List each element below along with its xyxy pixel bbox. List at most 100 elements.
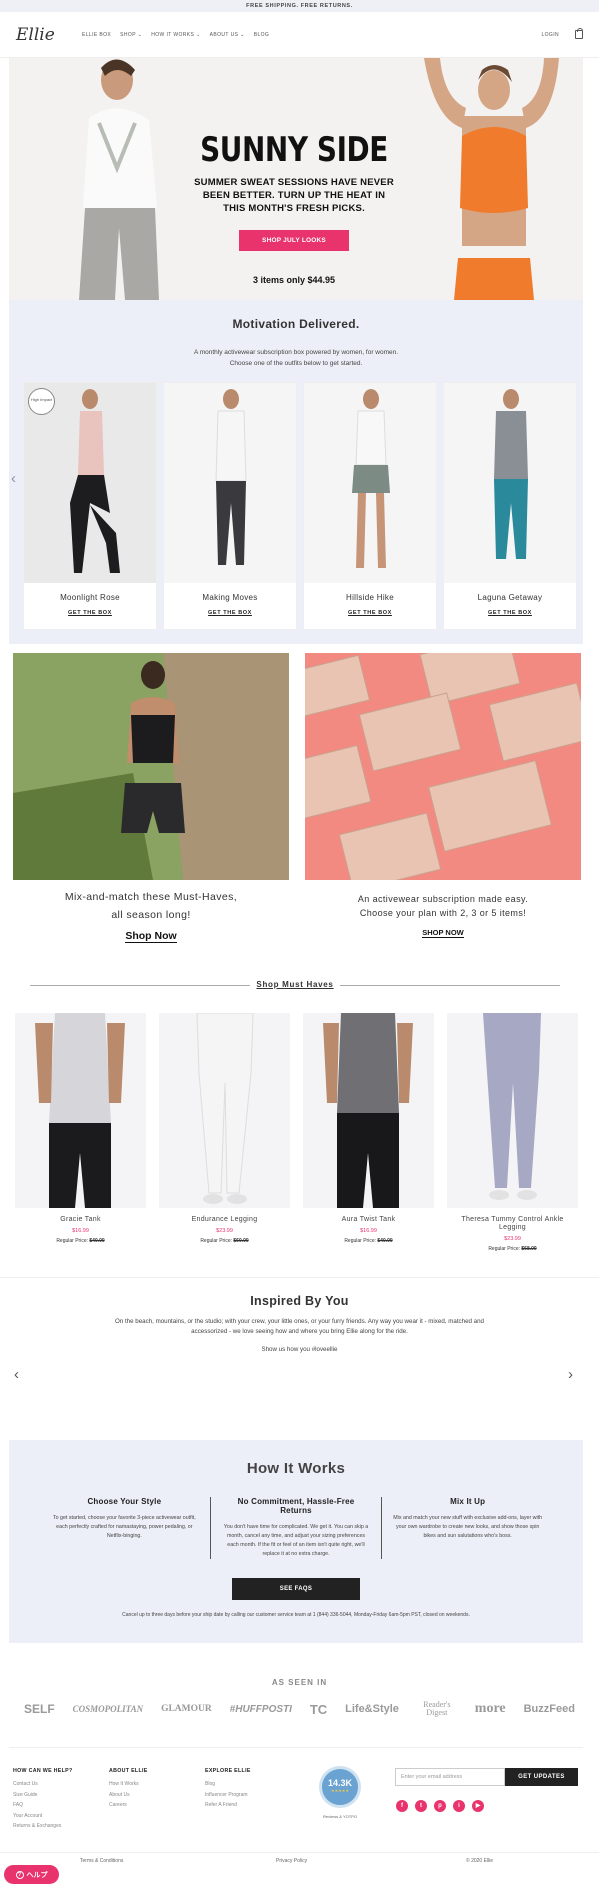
- outfit-card[interactable]: Laguna Getaway GET THE BOX: [443, 382, 577, 630]
- footer-link[interactable]: How It Works: [109, 1779, 148, 1790]
- site-header: Ellie ELLIE BOX SHOP ⌄ HOW IT WORKS ⌄ AB…: [0, 12, 599, 58]
- footer-link[interactable]: Size Guide: [13, 1790, 73, 1801]
- regular-price-value: $60.00: [233, 1238, 249, 1244]
- ellie-logo[interactable]: Ellie: [16, 25, 76, 45]
- instagram-icon[interactable]: i: [453, 1800, 465, 1812]
- footer-column-title: HOW CAN WE HELP?: [13, 1768, 73, 1774]
- press-logo-huffpost: #HUFFPOSTI: [229, 1703, 292, 1715]
- promo-image-outdoor[interactable]: [13, 653, 289, 880]
- main-nav: ELLIE BOX SHOP ⌄ HOW IT WORKS ⌄ ABOUT US…: [82, 32, 269, 38]
- outfit-carousel: High Impact Moonlight Rose GET THE BOX M…: [23, 382, 577, 630]
- product-image: [447, 1013, 578, 1208]
- pinterest-icon[interactable]: p: [434, 1800, 446, 1812]
- gallery-next-arrow-icon[interactable]: ›: [568, 1366, 573, 1383]
- get-the-box-link[interactable]: GET THE BOX: [444, 610, 576, 616]
- hero-model-left: [79, 59, 159, 300]
- promo-title: An activewear subscription made easy. Ch…: [305, 892, 581, 920]
- regular-price-label: Regular Price:: [488, 1246, 520, 1252]
- footer-link[interactable]: Blog: [205, 1779, 251, 1790]
- social-links: f t p i ▶: [396, 1800, 484, 1812]
- how-step: Mix It Up Mix and match your new stuff w…: [381, 1497, 553, 1559]
- outfit-card[interactable]: High Impact Moonlight Rose GET THE BOX: [23, 382, 157, 630]
- footer-link[interactable]: Returns & Exchanges: [13, 1821, 73, 1832]
- nav-ellie-box[interactable]: ELLIE BOX: [82, 32, 111, 38]
- help-button[interactable]: ? ヘルプ: [4, 1865, 59, 1884]
- nav-how-it-works[interactable]: HOW IT WORKS ⌄: [151, 32, 200, 38]
- shopping-bag-icon[interactable]: [575, 28, 583, 39]
- review-count: 14.3K: [327, 1778, 353, 1788]
- product-image: [159, 1013, 290, 1208]
- promo-image-boxes[interactable]: [305, 653, 581, 880]
- get-the-box-link[interactable]: GET THE BOX: [164, 610, 296, 616]
- footer-link[interactable]: Careers: [109, 1800, 148, 1811]
- press-logo-cosmopolitan: COSMOPOLITAN: [72, 1704, 144, 1714]
- hero-banner: SUNNY SIDE SUMMER SWEAT SESSIONS HAVE NE…: [9, 58, 583, 300]
- how-step-text: Mix and match your new stuff with exclus…: [393, 1515, 543, 1539]
- product-card[interactable]: Aura Twist Tank $16.99 Regular Price: $4…: [303, 1013, 434, 1252]
- how-step-title: No Commitment, Hassle-Free Returns: [237, 1497, 355, 1515]
- terms-link[interactable]: Terms & Conditions: [80, 1858, 123, 1864]
- regular-price-value: $40.00: [377, 1238, 393, 1244]
- how-step-text: To get started, choose your favorite 3-p…: [52, 1515, 196, 1539]
- carousel-prev-arrow-icon[interactable]: ‹: [11, 470, 16, 487]
- how-step-title: Mix It Up: [450, 1497, 486, 1506]
- press-logo-buzzfeed: BuzzFeed: [523, 1703, 575, 1715]
- login-link[interactable]: LOGIN: [541, 32, 559, 38]
- twitter-icon[interactable]: t: [415, 1800, 427, 1812]
- inspired-title: Inspired By You: [250, 1294, 349, 1308]
- footer-link[interactable]: Contact Us: [13, 1779, 73, 1790]
- product-figure: [323, 1013, 413, 1208]
- email-input[interactable]: Enter your email address: [395, 1768, 505, 1786]
- get-the-box-link[interactable]: GET THE BOX: [24, 610, 156, 616]
- footer-link[interactable]: FAQ: [13, 1800, 73, 1811]
- youtube-icon[interactable]: ▶: [472, 1800, 484, 1812]
- nav-blog[interactable]: BLOG: [254, 32, 270, 38]
- footer-link[interactable]: Influencer Program: [205, 1790, 251, 1801]
- shop-now-link[interactable]: SHOP NOW: [305, 928, 581, 938]
- footer-link[interactable]: Your Account: [13, 1811, 73, 1822]
- gallery-prev-arrow-icon[interactable]: ‹: [14, 1366, 19, 1383]
- product-card[interactable]: Theresa Tummy Control Ankle Legging $23.…: [447, 1013, 578, 1252]
- promo-title-line: Choose your plan with 2, 3 or 5 items!: [359, 908, 527, 918]
- nav-about-us[interactable]: ABOUT US ⌄: [210, 32, 245, 38]
- help-question-icon: ?: [15, 1870, 24, 1879]
- outfit-figure: [494, 389, 528, 559]
- see-faqs-button[interactable]: SEE FAQS: [231, 1578, 361, 1600]
- outdoor-photo: [13, 653, 289, 880]
- outfit-card[interactable]: Hillside Hike GET THE BOX: [303, 382, 437, 630]
- facebook-icon[interactable]: f: [396, 1800, 408, 1812]
- product-figure: [35, 1013, 125, 1208]
- help-label: ヘルプ: [26, 1871, 48, 1879]
- legal-bar: Terms & Conditions Privacy Policy © 2020…: [0, 1852, 599, 1864]
- nav-shop[interactable]: SHOP ⌄: [120, 32, 142, 38]
- footer-link[interactable]: About Us: [109, 1790, 148, 1801]
- motivation-desc-line: A monthly activewear subscription box po…: [193, 349, 399, 356]
- product-image: [15, 1013, 146, 1208]
- product-card[interactable]: Gracie Tank $16.99 Regular Price: $40.00: [15, 1013, 146, 1252]
- footer-link[interactable]: Refer A Friend: [205, 1800, 251, 1811]
- footer-column-about: ABOUT ELLIE How It Works About Us Career…: [109, 1768, 148, 1811]
- promo-title: Mix-and-match these Must-Haves, all seas…: [13, 888, 289, 924]
- shop-now-label[interactable]: SHOP NOW: [422, 928, 464, 938]
- shop-must-haves-title[interactable]: Shop Must Haves: [250, 980, 340, 989]
- shop-now-label[interactable]: Shop Now: [125, 930, 177, 943]
- product-sale-price: $23.99: [216, 1228, 233, 1234]
- hero-subtitle: SUMMER SWEAT SESSIONS HAVE NEVER BEEN BE…: [179, 176, 409, 215]
- reviews-seal[interactable]: 14.3K ★★★★★: [319, 1766, 361, 1808]
- motivation-section: Motivation Delivered. A monthly activewe…: [9, 300, 583, 644]
- motivation-desc-line: Choose one of the outfits below to get s…: [229, 360, 363, 367]
- shop-now-link[interactable]: Shop Now: [13, 930, 289, 943]
- shop-july-looks-button[interactable]: SHOP JULY LOOKS: [239, 230, 349, 251]
- press-logo-readers-digest: Reader's Digest: [423, 1700, 451, 1717]
- hero-content: SUNNY SIDE SUMMER SWEAT SESSIONS HAVE NE…: [179, 130, 409, 285]
- outfit-card[interactable]: Making Moves GET THE BOX: [163, 382, 297, 630]
- get-updates-button[interactable]: GET UPDATES: [505, 1768, 578, 1786]
- boxes-photo: [305, 653, 581, 880]
- how-step-text: You don't have time for complicated. We …: [223, 1524, 369, 1557]
- hero-price: 3 items only $44.95: [252, 275, 336, 285]
- product-name: Theresa Tummy Control Ankle Legging: [461, 1216, 564, 1231]
- privacy-link[interactable]: Privacy Policy: [276, 1858, 307, 1864]
- get-the-box-link[interactable]: GET THE BOX: [304, 610, 436, 616]
- product-sale-price: $16.99: [72, 1228, 89, 1234]
- product-card[interactable]: Endurance Legging $23.99 Regular Price: …: [159, 1013, 290, 1252]
